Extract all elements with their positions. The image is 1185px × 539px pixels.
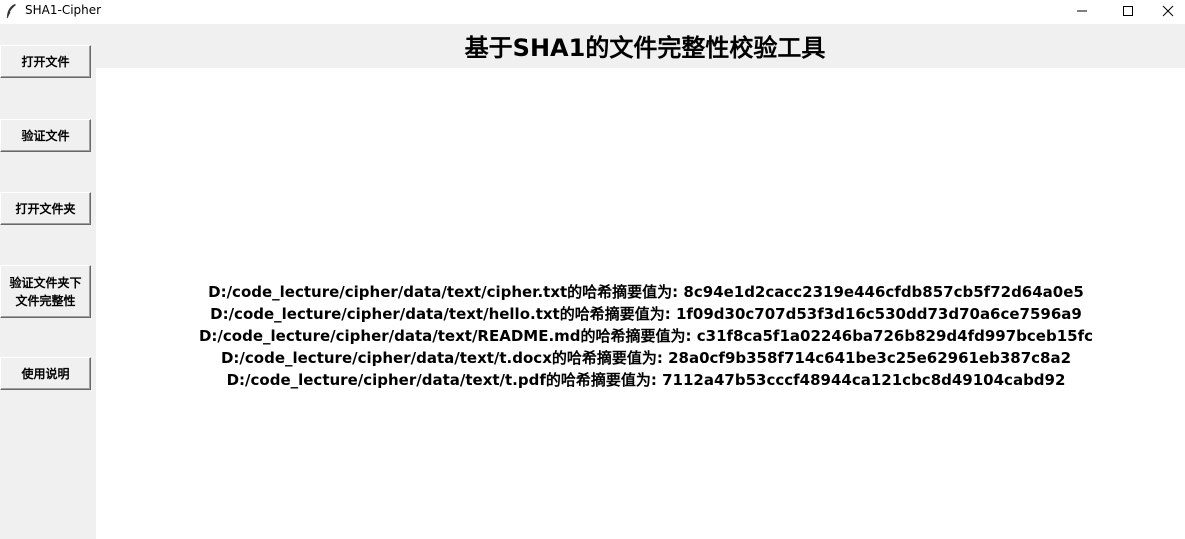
result-line: D:/code_lecture/cipher/data/text/cipher.…: [208, 283, 1084, 301]
result-line: D:/code_lecture/cipher/data/text/README.…: [198, 327, 1093, 345]
maximize-icon: [1123, 6, 1133, 16]
maximize-button[interactable]: [1105, 0, 1151, 24]
feather-icon: [4, 3, 18, 19]
verify-file-button[interactable]: 验证文件: [0, 119, 91, 152]
open-folder-button[interactable]: 打开文件夹: [0, 192, 91, 225]
app-window: SHA1-Cipher 打开文件 验证文件 打开文件夹 验证文件夹下 文件完整性…: [0, 0, 1185, 539]
title-bar[interactable]: SHA1-Cipher: [0, 0, 1185, 24]
instructions-button[interactable]: 使用说明: [0, 357, 91, 390]
minimize-icon: [1077, 10, 1087, 12]
window-title: SHA1-Cipher: [25, 3, 102, 17]
result-line: D:/code_lecture/cipher/data/text/hello.t…: [210, 305, 1082, 323]
result-line: D:/code_lecture/cipher/data/text/t.pdf的哈…: [226, 371, 1066, 389]
results-list: D:/code_lecture/cipher/data/text/cipher.…: [96, 281, 1185, 391]
minimize-button[interactable]: [1059, 0, 1105, 24]
open-file-button[interactable]: 打开文件: [0, 45, 91, 78]
close-icon: [1162, 5, 1174, 17]
close-button[interactable]: [1151, 0, 1185, 24]
result-line: D:/code_lecture/cipher/data/text/t.docx的…: [220, 349, 1072, 367]
verify-folder-integrity-button[interactable]: 验证文件夹下 文件完整性: [0, 265, 91, 318]
page-title: 基于SHA1的文件完整性校验工具: [464, 34, 826, 62]
